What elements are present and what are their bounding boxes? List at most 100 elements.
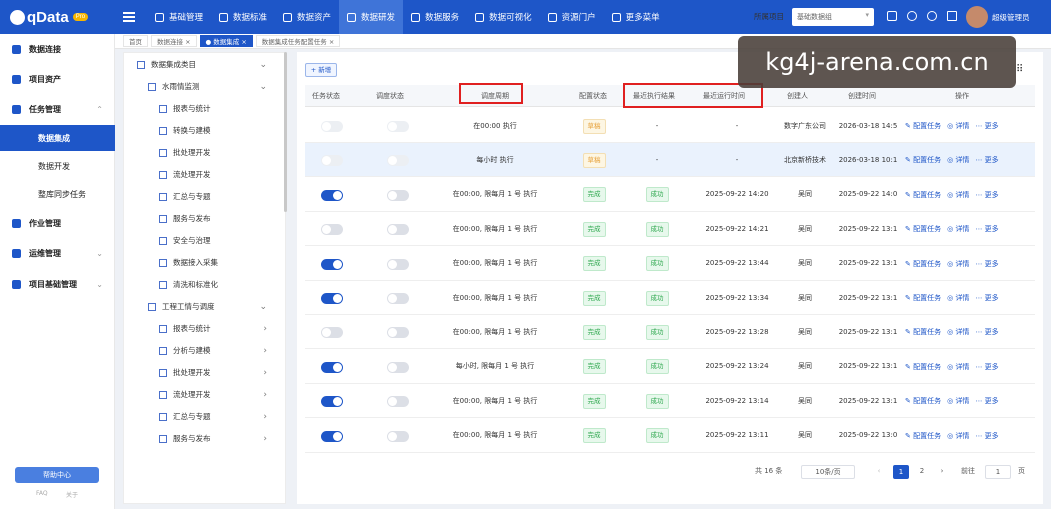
topnav-item-0[interactable]: 基础管理 [147,0,211,34]
task-status-toggle[interactable] [321,189,343,201]
detail-button[interactable]: ◎ 详情 [947,431,969,441]
more-button[interactable]: ⋯ 更多 [975,121,998,131]
page-size-select[interactable]: 10条/页 [801,465,855,479]
task-status-toggle[interactable] [321,258,343,270]
goto-input[interactable]: 1 [985,465,1011,479]
tree-leaf[interactable]: 分析与建模 › [159,345,281,356]
tree-leaf[interactable]: 汇总与专题 [159,191,281,202]
config-task-button[interactable]: ✎ 配置任务 [905,362,941,372]
sidebar-item-project-base[interactable]: 项目基础管理 ⌄ [0,273,115,295]
task-status-toggle[interactable] [321,224,343,236]
task-status-toggle[interactable] [321,327,343,339]
topnav-item-5[interactable]: 数据可视化 [467,0,540,34]
table-row[interactable]: 在00:00, 限每月 1 号 执行 完成 成功 2025-09-22 13:14 吴同… [305,384,1035,419]
schedule-status-toggle[interactable] [387,224,409,236]
table-row[interactable]: 在00:00, 限每月 1 号 执行 完成 成功 2025-09-22 14:20 吴同… [305,177,1035,212]
tree-leaf[interactable]: 流处理开发 [159,169,281,180]
tree-leaf[interactable]: 数据接入采集 [159,257,281,268]
task-status-toggle[interactable] [321,293,343,304]
more-button[interactable]: ⋯ 更多 [975,362,998,372]
table-row[interactable]: 在00:00, 限每月 1 号 执行 完成 成功 2025-09-22 13:44 吴同… [305,246,1035,281]
schedule-status-toggle[interactable] [387,396,409,408]
faq-link[interactable]: FAQ [36,490,48,497]
more-button[interactable]: ⋯ 更多 [975,431,998,441]
tree-leaf[interactable]: 批处理开发 › [159,367,281,378]
sidebar-sub-data-development[interactable]: 数据开发 [0,153,115,179]
about-link[interactable]: 关于 [66,490,78,499]
avatar[interactable] [966,6,988,28]
detail-button[interactable]: ◎ 详情 [947,190,969,200]
tree-leaf[interactable]: 服务与发布 [159,213,281,224]
tree-group[interactable]: 水雨情监测 ⌄ [148,81,281,92]
table-row[interactable]: 在00:00, 限每月 1 号 执行 完成 成功 2025-09-22 13:11 吴同… [305,418,1035,453]
config-task-button[interactable]: ✎ 配置任务 [905,327,941,337]
tree-leaf[interactable]: 报表与统计 [159,103,281,114]
tree-group[interactable]: 工程工情与调度 ⌄ [148,301,281,312]
task-status-toggle[interactable] [321,361,343,373]
detail-button[interactable]: ◎ 详情 [947,396,969,406]
detail-button[interactable]: ◎ 详情 [947,224,969,234]
table-row[interactable]: 在00:00, 限每月 1 号 执行 完成 成功 2025-09-22 14:21 吴同… [305,212,1035,247]
tree-root[interactable]: 数据集成类目 ⌄ [137,59,281,70]
table-row[interactable]: 在00:00, 限每月 1 号 执行 完成 成功 2025-09-22 13:28 吴同… [305,315,1035,350]
more-button[interactable]: ⋯ 更多 [975,155,998,165]
more-button[interactable]: ⋯ 更多 [975,190,998,200]
config-task-button[interactable]: ✎ 配置任务 [905,190,941,200]
schedule-status-toggle[interactable] [387,189,409,201]
sidebar-item-project-assets[interactable]: 项目资产 [0,68,115,90]
table-row[interactable]: 每小时, 限每月 1 号 执行 完成 成功 2025-09-22 13:24 吴同 202… [305,349,1035,384]
refresh-icon[interactable] [907,11,917,21]
sidebar-item-data-connection[interactable]: 数据连接 [0,38,115,60]
project-select[interactable]: 基础数据组 [792,8,874,26]
detail-button[interactable]: ◎ 详情 [947,121,969,131]
chevron-down-icon[interactable]: ⌄ [259,60,267,70]
config-task-button[interactable]: ✎ 配置任务 [905,259,941,269]
schedule-status-toggle[interactable] [387,258,409,270]
prev-page-icon[interactable]: ‹ [872,465,886,479]
schedule-status-toggle[interactable] [387,430,409,442]
detail-button[interactable]: ◎ 详情 [947,259,969,269]
table-row[interactable]: 每小时 执行 草稿 - - 北京新桥技术 2026-03-18 10:1 ✎ 配置任务 ◎ 详… [305,143,1035,178]
table-row[interactable]: 在00:00, 限每月 1 号 执行 完成 成功 2025-09-22 13:34 吴同… [305,281,1035,315]
tree-leaf[interactable]: 服务与发布 › [159,433,281,444]
more-button[interactable]: ⋯ 更多 [975,224,998,234]
sidebar-sub-data-integration[interactable]: 数据集成 [0,125,115,151]
page-1[interactable]: 1 [893,465,909,479]
config-task-button[interactable]: ✎ 配置任务 [905,396,941,406]
username[interactable]: 超级管理员 [992,12,1030,23]
bell-icon[interactable] [887,11,897,21]
more-button[interactable]: ⋯ 更多 [975,396,998,406]
search-icon[interactable] [927,11,937,21]
help-center-button[interactable]: 帮助中心 [15,467,99,483]
tree-leaf[interactable]: 安全与治理 [159,235,281,246]
topnav-item-6[interactable]: 资源门户 [540,0,604,34]
chevron-right-icon[interactable]: › [263,412,267,422]
sidebar-item-job-management[interactable]: 作业管理 [0,212,115,234]
config-task-button[interactable]: ✎ 配置任务 [905,293,941,303]
topnav-item-4[interactable]: 数据服务 [403,0,467,34]
column-settings-icon[interactable]: ⠿ [1016,64,1023,75]
tree-leaf[interactable]: 批处理开发 [159,147,281,158]
detail-button[interactable]: ◎ 详情 [947,327,969,337]
chevron-right-icon[interactable]: › [263,368,267,378]
more-button[interactable]: ⋯ 更多 [975,259,998,269]
next-page-icon[interactable]: › [935,465,949,479]
app-logo[interactable]: qData Pro [0,0,115,34]
chevron-right-icon[interactable]: › [263,390,267,400]
sidebar-sub-db-sync[interactable]: 整库同步任务 [0,181,115,207]
topnav-item-2[interactable]: 数据资产 [275,0,339,34]
task-status-toggle[interactable] [321,396,343,408]
schedule-status-toggle[interactable] [387,155,409,167]
tree-leaf[interactable]: 清洗和标准化 [159,279,281,290]
menu-collapse-icon[interactable] [123,12,135,22]
chevron-down-icon[interactable]: ⌄ [259,302,267,312]
task-status-toggle[interactable] [321,155,343,167]
add-button[interactable]: + 新增 [305,63,337,77]
tree-leaf[interactable]: 流处理开发 › [159,389,281,400]
tab-data-connection[interactable]: 数据连接 × [151,35,197,47]
more-button[interactable]: ⋯ 更多 [975,327,998,337]
detail-button[interactable]: ◎ 详情 [947,155,969,165]
tab-task-config[interactable]: 数据集成任务配置任务 × [255,35,341,47]
table-row[interactable]: 在00:00 执行 草稿 - - 数字广东公司 2026-03-18 14:5 ✎ 配置任务… [305,109,1035,143]
topnav-item-3[interactable]: 数据研发 [339,0,404,34]
